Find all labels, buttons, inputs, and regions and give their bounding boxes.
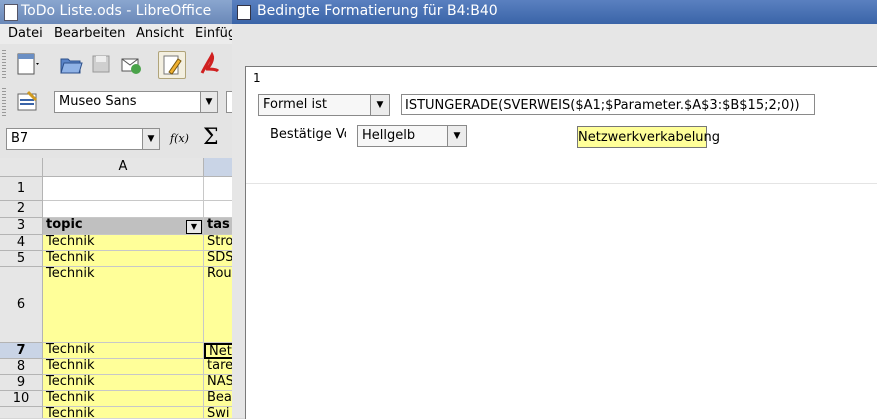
row-header[interactable]: 6: [0, 267, 43, 343]
cell-topic[interactable]: Technik: [43, 267, 204, 343]
open-folder-icon[interactable]: [58, 51, 84, 77]
row-header[interactable]: 8: [0, 359, 43, 375]
cell-task[interactable]: tas: [204, 218, 232, 235]
row-header[interactable]: [0, 407, 43, 418]
conditional-formatting-dialog: 1 Formel ist ▼ ISTUNGERADE(SVERWEIS($A1;…: [232, 24, 877, 419]
dialog-title: Bedingte Formatierung für B4:B40: [257, 3, 498, 19]
font-name-value: Museo Sans: [59, 94, 137, 109]
cell-task[interactable]: Net: [204, 343, 232, 359]
apply-style-select[interactable]: Hellgelb ▼: [357, 125, 467, 147]
cell-task[interactable]: tare: [204, 359, 232, 375]
export-pdf-icon[interactable]: [196, 51, 222, 77]
row-header[interactable]: 3: [0, 218, 43, 235]
column-header-b[interactable]: [204, 158, 232, 177]
name-box[interactable]: B7 ▼: [6, 128, 160, 150]
save-icon[interactable]: [88, 51, 114, 77]
name-box-value: B7: [11, 131, 29, 146]
cell-topic[interactable]: topic: [43, 218, 204, 235]
dialog-titlebar[interactable]: Bedingte Formatierung für B4:B40: [232, 0, 877, 24]
style-preview: Netzwerkverkabelung: [577, 126, 720, 148]
chevron-down-icon[interactable]: ▼: [370, 95, 389, 115]
corner-select-all[interactable]: [0, 158, 43, 177]
cell-task[interactable]: Bea: [204, 391, 232, 407]
styles-formatting-icon[interactable]: [14, 88, 40, 114]
conditions-list[interactable]: 1 Formel ist ▼ ISTUNGERADE(SVERWEIS($A1;…: [245, 66, 877, 419]
row-header[interactable]: 1: [0, 177, 43, 201]
cell-topic[interactable]: Technik: [43, 375, 204, 391]
function-wizard-icon[interactable]: f(x): [170, 128, 194, 150]
cell-task[interactable]: NAS: [204, 375, 232, 391]
edit-mode-pencil-icon[interactable]: [158, 51, 186, 79]
toolbar-grip[interactable]: [2, 50, 6, 78]
row-header[interactable]: 7: [0, 343, 43, 359]
dialog-window-icon: [237, 5, 251, 20]
formula-input[interactable]: ISTUNGERADE(SVERWEIS($A1;$Parameter.$A$3…: [401, 94, 815, 115]
cell-topic[interactable]: [43, 201, 204, 218]
cell-topic[interactable]: Technik: [43, 251, 204, 267]
row-header[interactable]: 5: [0, 251, 43, 267]
row-header[interactable]: 10: [0, 391, 43, 407]
condition-type-value: Formel ist: [263, 97, 327, 112]
formula-bar: B7 ▼ f(x) Σ: [0, 120, 232, 159]
cell-topic[interactable]: Technik: [43, 407, 204, 418]
sum-icon[interactable]: Σ: [203, 125, 219, 150]
cell-task[interactable]: [204, 201, 232, 218]
menu-bearbeiten[interactable]: Bearbeiten: [54, 26, 125, 41]
menu-ansicht[interactable]: Ansicht: [136, 26, 184, 41]
condition-index: 1: [253, 71, 261, 85]
toolbar-grip[interactable]: [2, 88, 6, 116]
cell-task[interactable]: Swi: [204, 407, 232, 418]
document-icon: [4, 4, 18, 21]
main-window-titlebar[interactable]: ToDo Liste.ods - LibreOffice: [0, 0, 232, 24]
row-header[interactable]: 4: [0, 235, 43, 251]
chevron-down-icon[interactable]: ▼: [200, 92, 217, 112]
menu-einfuegen[interactable]: Einfüg: [195, 26, 236, 41]
apply-style-label: Bestätige Vo: [270, 127, 346, 142]
cell-topic[interactable]: Technik: [43, 359, 204, 375]
font-name-combobox[interactable]: Museo Sans ▼: [54, 91, 218, 113]
menu-datei[interactable]: Datei: [8, 26, 43, 41]
cell-task[interactable]: Rou: [204, 267, 232, 343]
formatting-toolbar: Museo Sans ▼: [0, 84, 237, 121]
menubar: Datei Bearbeiten Ansicht Einfüg: [0, 24, 236, 44]
chevron-down-icon[interactable]: ▼: [142, 129, 159, 149]
cell-topic[interactable]: [43, 177, 204, 201]
email-document-icon[interactable]: [118, 51, 144, 77]
cell-task[interactable]: SDS: [204, 251, 232, 267]
apply-style-value: Hellgelb: [362, 128, 416, 143]
row-header[interactable]: 9: [0, 375, 43, 391]
cell-topic[interactable]: Technik: [43, 235, 204, 251]
main-window-title: ToDo Liste.ods - LibreOffice: [21, 3, 212, 19]
autofilter-dropdown-icon[interactable]: ▼: [186, 220, 202, 234]
cell-task[interactable]: Stro: [204, 235, 232, 251]
chevron-down-icon[interactable]: ▼: [447, 126, 466, 146]
cell-task[interactable]: [204, 177, 232, 201]
cell-topic[interactable]: Technik: [43, 391, 204, 407]
standard-toolbar: [0, 44, 232, 85]
new-document-icon[interactable]: [14, 51, 40, 77]
condition-entry[interactable]: 1 Formel ist ▼ ISTUNGERADE(SVERWEIS($A1;…: [246, 67, 877, 184]
cell-topic[interactable]: Technik: [43, 343, 204, 359]
row-header[interactable]: 2: [0, 201, 43, 218]
spreadsheet-grid[interactable]: A 1 2 3 topic ▼ tas 4 Technik Stro 5 Technik SDS 6 Te…: [0, 158, 232, 418]
column-header-a[interactable]: A: [43, 158, 204, 177]
condition-type-select[interactable]: Formel ist ▼: [258, 94, 390, 116]
